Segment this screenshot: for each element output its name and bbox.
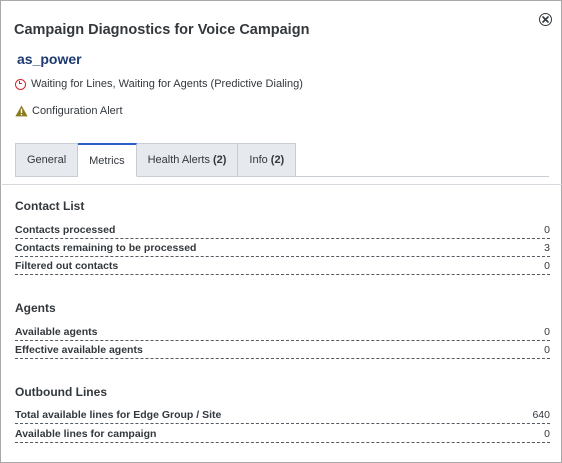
metric-row: Total available lines for Edge Group / S…	[15, 406, 550, 424]
metric-value: 0	[544, 326, 550, 338]
dialing-status: Waiting for Lines, Waiting for Agents (P…	[15, 78, 303, 90]
metric-value: 0	[544, 224, 550, 236]
metric-label: Available agents	[15, 326, 98, 338]
metric-value: 640	[532, 409, 550, 421]
metric-row: Filtered out contacts 0	[15, 257, 550, 275]
metric-value: 0	[544, 428, 550, 440]
section-title-contact-list: Contact List	[15, 199, 85, 213]
metric-row: Effective available agents 0	[15, 341, 550, 359]
metric-value: 0	[544, 260, 550, 272]
tab-label: Info	[249, 154, 268, 166]
tab-count: (2)	[212, 154, 227, 166]
metric-row: Available lines for campaign 0	[15, 425, 550, 443]
close-icon[interactable]	[539, 13, 552, 26]
tab-info[interactable]: Info (2)	[238, 143, 297, 177]
section-divider	[2, 184, 562, 185]
tab-label: General	[27, 154, 67, 166]
metric-row: Contacts remaining to be processed 3	[15, 239, 550, 257]
dialog-title: Campaign Diagnostics for Voice Campaign	[14, 22, 310, 38]
metric-label: Total available lines for Edge Group / S…	[15, 409, 222, 421]
campaign-diagnostics-panel: Campaign Diagnostics for Voice Campaign …	[0, 0, 562, 463]
metric-label: Available lines for campaign	[15, 428, 157, 440]
warning-icon	[15, 105, 28, 117]
tab-label: Metrics	[89, 154, 125, 167]
configuration-alert: Configuration Alert	[15, 105, 123, 117]
metric-value: 3	[544, 242, 550, 254]
configuration-alert-text: Configuration Alert	[32, 105, 123, 117]
campaign-name: as_power	[17, 51, 82, 67]
section-title-agents: Agents	[15, 301, 56, 315]
clock-icon	[15, 78, 26, 90]
tab-count: (2)	[270, 154, 285, 166]
metric-label: Contacts processed	[15, 224, 116, 236]
tab-health-alerts[interactable]: Health Alerts (2)	[136, 143, 239, 177]
metric-label: Contacts remaining to be processed	[15, 242, 197, 254]
tab-bar: General Metrics Health Alerts (2) Info (…	[15, 143, 297, 177]
dialing-status-text: Waiting for Lines, Waiting for Agents (P…	[31, 78, 303, 90]
tab-metrics[interactable]: Metrics	[78, 143, 137, 177]
metric-label: Filtered out contacts	[15, 260, 119, 272]
tab-label: Health Alerts	[147, 154, 210, 166]
tab-general[interactable]: General	[15, 143, 79, 177]
section-title-outbound-lines: Outbound Lines	[15, 385, 107, 399]
metric-row: Available agents 0	[15, 323, 550, 341]
metric-value: 0	[544, 344, 550, 356]
metric-row: Contacts processed 0	[15, 221, 550, 239]
metric-label: Effective available agents	[15, 344, 143, 356]
